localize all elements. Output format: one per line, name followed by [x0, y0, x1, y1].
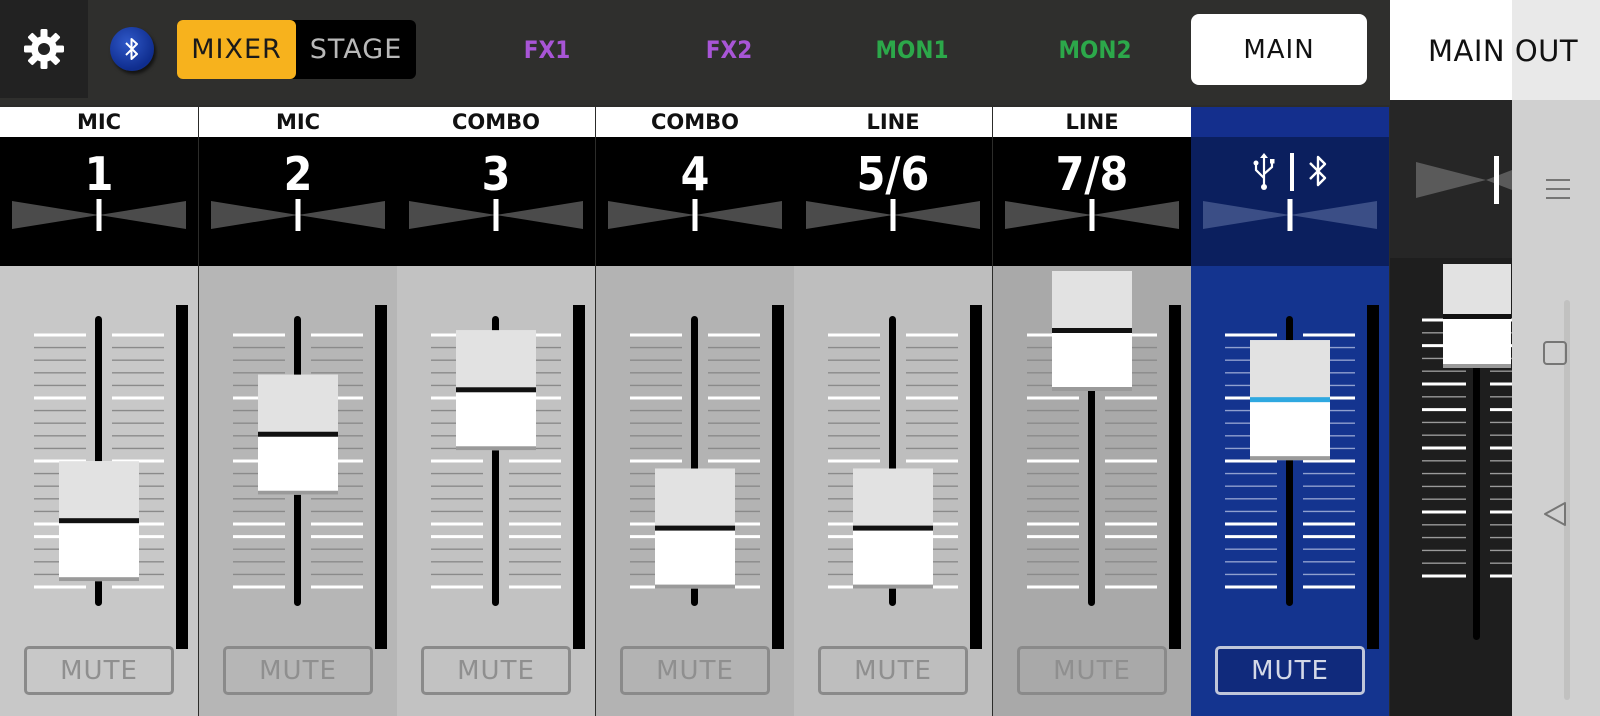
channel-type-label: [1191, 107, 1389, 137]
android-nav-bar: [1512, 0, 1600, 716]
main-out-pan-area: [1390, 100, 1512, 258]
main-out-fader[interactable]: [1390, 258, 1512, 716]
top-bar: MIXER STAGE FX1 FX2 MON1 MON2 MAIN: [0, 0, 1390, 105]
pan-knob[interactable]: [12, 197, 186, 233]
channel-number: 7/8: [1055, 147, 1129, 201]
pan-knob[interactable]: [608, 197, 782, 233]
mute-button[interactable]: MUTE: [223, 646, 373, 695]
channel-header: 2: [199, 137, 397, 266]
bus-fx2-tab[interactable]: FX2: [669, 30, 789, 70]
channel-fader-area: MUTE: [0, 266, 198, 716]
mute-button[interactable]: MUTE: [24, 646, 174, 695]
mode-stage-button[interactable]: STAGE: [296, 20, 416, 79]
channel-fader-area: MUTE: [993, 266, 1191, 716]
bus-mon1-tab[interactable]: MON1: [852, 30, 972, 70]
channel-strip: MIC 1 MUTE: [0, 107, 198, 716]
mode-mixer-button[interactable]: MIXER: [177, 20, 296, 79]
channel-fader-area: MUTE: [794, 266, 992, 716]
bluetooth-icon: [1309, 155, 1327, 187]
channel-header: 4: [596, 137, 794, 266]
channel-fader-area: MUTE: [397, 266, 595, 716]
mute-button[interactable]: MUTE: [1017, 646, 1167, 695]
triangle-back-icon[interactable]: [1542, 500, 1568, 528]
mute-button[interactable]: MUTE: [620, 646, 770, 695]
channel-header: [1191, 137, 1389, 266]
bluetooth-icon: [125, 38, 138, 60]
usb-bluetooth-icons: [1191, 147, 1389, 197]
channel-strip: COMBO 4 MUTE: [596, 107, 794, 716]
channel-number: 5/6: [856, 147, 930, 201]
bus-main-tab[interactable]: MAIN: [1191, 14, 1367, 85]
gear-icon: [24, 29, 64, 69]
main-out-label: MAIN OUT: [1390, 30, 1600, 72]
bus-fx1-tab[interactable]: FX1: [487, 30, 607, 70]
channel-header: 7/8: [993, 137, 1191, 266]
channel-type-label: MIC: [0, 107, 198, 137]
channel-strip: LINE 7/8 MUTE: [993, 107, 1191, 716]
pan-knob[interactable]: [1005, 197, 1179, 233]
channel-header: 5/6: [794, 137, 992, 266]
level-meter: [970, 305, 982, 649]
channel-header: 3: [397, 137, 595, 266]
channel-number: 3: [481, 147, 511, 201]
pan-knob[interactable]: [806, 197, 980, 233]
channel-type-label: MIC: [199, 107, 397, 137]
channel-number: 1: [84, 147, 114, 201]
pan-knob[interactable]: [1203, 197, 1377, 233]
usb-icon: [1253, 153, 1275, 190]
main-out-balance-knob[interactable]: [1390, 100, 1512, 258]
bluetooth-button[interactable]: [110, 27, 154, 71]
mute-button[interactable]: MUTE: [1215, 646, 1365, 695]
channel-strip: COMBO 3 MUTE: [397, 107, 595, 716]
channel-number: 4: [680, 147, 710, 201]
square-home-icon[interactable]: [1542, 340, 1568, 366]
level-meter: [1169, 305, 1181, 649]
level-meter: [1367, 305, 1379, 649]
main-out-text: MAIN OUT: [1428, 34, 1579, 68]
channel-strip: MIC 2 MUTE: [199, 107, 397, 716]
pan-knob[interactable]: [409, 197, 583, 233]
channel-strip: LINE 5/6 MUTE: [794, 107, 992, 716]
channel-fader-area: MUTE: [1191, 266, 1389, 716]
mixer-app: MIXER STAGE FX1 FX2 MON1 MON2 MAIN MIC 1 M…: [0, 0, 1600, 716]
pan-knob[interactable]: [211, 197, 385, 233]
channel-type-label: LINE: [993, 107, 1191, 137]
mute-button[interactable]: MUTE: [421, 646, 571, 695]
channel-strip: MUTE: [1191, 107, 1389, 716]
channel-type-label: COMBO: [596, 107, 794, 137]
channel-fader-area: MUTE: [596, 266, 794, 716]
separator-bar: [1290, 153, 1294, 191]
main-out-strip: [1390, 100, 1512, 716]
bus-mon2-tab[interactable]: MON2: [1035, 30, 1155, 70]
mode-switch: MIXER STAGE: [177, 20, 416, 79]
channel-header: 1: [0, 137, 198, 266]
channel-fader-area: MUTE: [199, 266, 397, 716]
level-meter: [573, 305, 585, 649]
menu-icon[interactable]: [1544, 175, 1572, 203]
channel-number: 2: [283, 147, 313, 201]
mute-button[interactable]: MUTE: [818, 646, 968, 695]
channel-type-label: LINE: [794, 107, 992, 137]
level-meter: [772, 305, 784, 649]
settings-button[interactable]: [0, 0, 88, 98]
level-meter: [176, 305, 188, 649]
channel-type-label: COMBO: [397, 107, 595, 137]
level-meter: [375, 305, 387, 649]
